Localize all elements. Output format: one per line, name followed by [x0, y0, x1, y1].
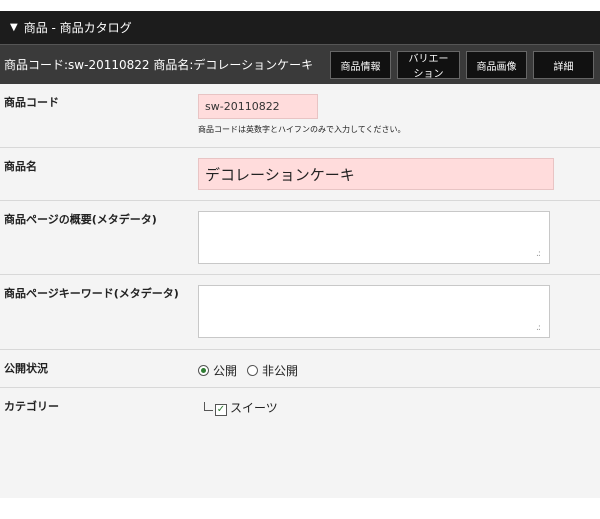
panel-title-bar[interactable]: ▼ 商品 - 商品カタログ [0, 11, 600, 44]
status-row: 公開状況 公開 非公開 [0, 350, 600, 388]
top-gap [0, 0, 600, 11]
triangle-down-icon[interactable]: ▼ [10, 22, 18, 33]
product-summary: 商品コード:sw-20110822 商品名:デコレーションケーキ [4, 58, 314, 72]
radio-private[interactable] [247, 365, 259, 376]
category-row: カテゴリー ✓ スイーツ [0, 388, 600, 498]
product-image-button[interactable]: 商品画像 [466, 51, 527, 79]
resize-grip-icon[interactable]: .: [536, 324, 546, 334]
product-info-bar: 商品コード:sw-20110822 商品名:デコレーションケーキ 商品情報 バリ… [0, 44, 600, 84]
status-radio-group: 公開 非公開 [198, 359, 600, 379]
product-name-row: 商品名 デコレーションケーキ [0, 148, 600, 201]
meta-keywords-textarea[interactable]: .: [198, 285, 550, 338]
category-item-label[interactable]: スイーツ [230, 399, 278, 416]
meta-keywords-label: 商品ページキーワード(メタデータ) [4, 287, 179, 300]
radio-public[interactable] [198, 365, 209, 376]
variation-button[interactable]: バリエーション [397, 51, 460, 80]
product-name-label: 商品名 [4, 160, 37, 173]
radio-private-label[interactable]: 非公開 [262, 362, 298, 379]
product-name-input[interactable]: デコレーションケーキ [198, 158, 554, 190]
radio-public-label[interactable]: 公開 [213, 362, 237, 379]
section-buttons: 商品情報 バリエーション 商品画像 詳細 [330, 51, 594, 80]
product-code-label: 商品コード [4, 96, 59, 109]
radio-selected-dot-icon [201, 368, 206, 373]
product-code-input[interactable]: sw-20110822 [198, 94, 318, 119]
panel-title: 商品 - 商品カタログ [23, 21, 132, 35]
category-tree: ✓ スイーツ [204, 397, 600, 416]
product-code-hint: 商品コードは英数字とハイフンのみで入力してください。 [198, 125, 406, 134]
meta-keywords-row: 商品ページキーワード(メタデータ) .: [0, 275, 600, 350]
resize-grip-icon[interactable]: .: [536, 250, 546, 260]
product-form: 商品コード sw-20110822 商品コードは英数字とハイフンのみで入力してく… [0, 84, 600, 498]
category-label: カテゴリー [4, 400, 59, 413]
details-button[interactable]: 詳細 [533, 51, 594, 79]
category-checkbox[interactable]: ✓ [215, 404, 227, 416]
meta-description-textarea[interactable]: .: [198, 211, 550, 264]
product-info-button[interactable]: 商品情報 [330, 51, 391, 79]
product-code-row: 商品コード sw-20110822 商品コードは英数字とハイフンのみで入力してく… [0, 84, 600, 148]
bottom-gap [0, 499, 600, 519]
meta-description-row: 商品ページの概要(メタデータ) .: [0, 201, 600, 275]
meta-description-label: 商品ページの概要(メタデータ) [4, 213, 157, 226]
status-label: 公開状況 [4, 362, 48, 375]
tree-branch-icon [204, 402, 213, 411]
